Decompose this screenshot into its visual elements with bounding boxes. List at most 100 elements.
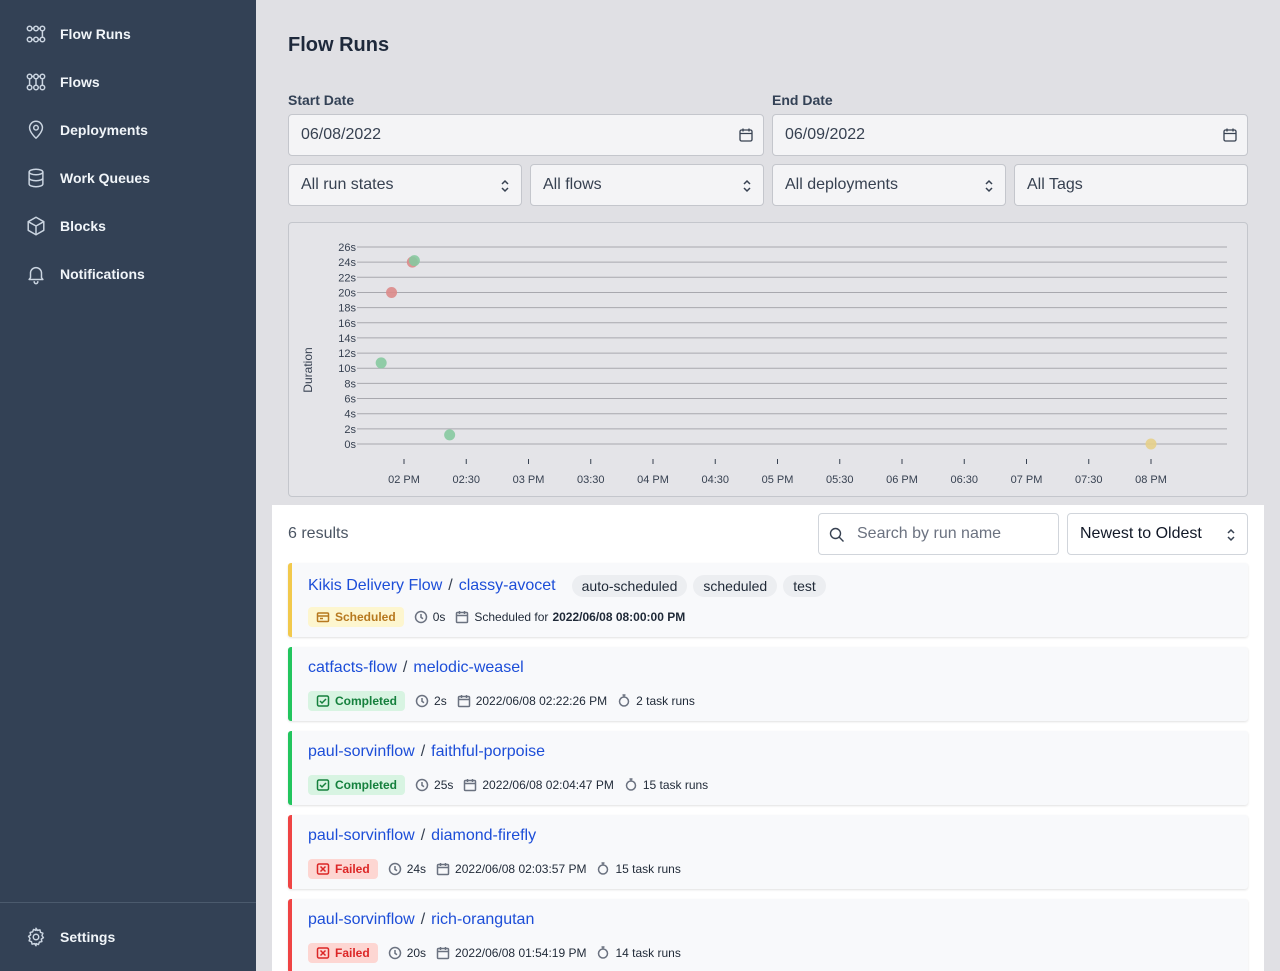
run-date: 2022/06/08 02:03:57 PM: [455, 862, 587, 876]
flow-run-title: Kikis Delivery Flow / classy-avocet auto…: [308, 575, 832, 597]
end-date-input[interactable]: 06/09/2022: [772, 114, 1248, 156]
duration: 2s: [415, 694, 447, 708]
x-tick-label: 04:30: [701, 474, 729, 486]
flow-run-card[interactable]: paul-sorvinflow / faithful-porpoise Comp…: [288, 731, 1248, 805]
flow-run-card[interactable]: paul-sorvinflow / rich-orangutan Failed …: [288, 899, 1248, 971]
x-tick-label: 04 PM: [637, 474, 669, 486]
task-run-icon: [596, 946, 615, 960]
flow-name-link[interactable]: catfacts-flow: [308, 659, 397, 677]
breadcrumb-separator: /: [420, 743, 426, 760]
run-states-value: All run states: [301, 176, 394, 193]
flow-run-meta: Failed 24s 2022/06/08 02:03:57 PM 15 tas…: [308, 859, 691, 879]
duration: 20s: [388, 946, 426, 960]
duration-value: 20s: [406, 946, 427, 960]
flow-name-link[interactable]: Kikis Delivery Flow: [308, 577, 442, 595]
clock-icon: [415, 694, 434, 708]
start-time: 2022/06/08 01:54:19 PM: [436, 946, 586, 960]
sidebar-item-settings[interactable]: Settings: [24, 925, 115, 949]
duration-value: 2s: [434, 694, 447, 708]
scatter-chart-svg: 0s 2s 4s 6s 8s 10s 12s 14s 16s 18s 20s 22s 24s 26s 02 …: [301, 242, 1227, 486]
data-point: [375, 357, 387, 369]
flow-name-link[interactable]: paul-sorvinflow: [308, 743, 415, 761]
date-prefix: Scheduled for: [474, 610, 549, 624]
flow-run-name-link[interactable]: melodic-weasel: [413, 659, 523, 677]
y-tick-label: 6s: [344, 394, 356, 406]
results-panel: 6 results Search by run name Newest to O…: [272, 505, 1264, 971]
start-date-value: 06/08/2022: [301, 126, 382, 143]
tag-chip: scheduled: [693, 575, 778, 597]
chevron-up-down-icon: [501, 179, 509, 193]
tag-chip: auto-scheduled: [571, 575, 688, 597]
flow-run-name-link[interactable]: rich-orangutan: [431, 911, 534, 929]
sidebar-item-flows[interactable]: Flows: [24, 70, 100, 94]
flow-run-name-link[interactable]: classy-avocet: [459, 577, 556, 595]
flow-run-meta: Completed 2s 2022/06/08 02:22:26 PM 2 ta…: [308, 691, 705, 711]
flow-run-name-link[interactable]: faithful-porpoise: [431, 743, 545, 761]
y-tick-label: 24s: [338, 257, 356, 269]
sort-value: Newest to Oldest: [1080, 525, 1202, 542]
tags-value: All Tags: [1027, 176, 1083, 193]
x-tick-label: 06 PM: [886, 474, 918, 486]
x-tick-label: 06:30: [950, 474, 978, 486]
sidebar-item-blocks[interactable]: Blocks: [24, 214, 106, 238]
start-date-input[interactable]: 06/08/2022: [288, 114, 764, 156]
state-badge: Scheduled: [308, 607, 404, 627]
gear-icon: [24, 925, 48, 949]
flow-run-card[interactable]: Kikis Delivery Flow / classy-avocet auto…: [288, 563, 1248, 637]
task-run-icon: [596, 862, 615, 876]
y-tick-label: 26s: [338, 242, 356, 254]
clock-icon: [414, 610, 433, 624]
y-tick-label: 10s: [338, 363, 356, 375]
deployments-select[interactable]: All deployments: [772, 164, 1006, 206]
x-tick-label: 07:30: [1075, 474, 1103, 486]
sort-select[interactable]: Newest to Oldest: [1067, 513, 1248, 555]
clock-icon: [388, 946, 407, 960]
flow-name-link[interactable]: paul-sorvinflow: [308, 827, 415, 845]
flow-run-card[interactable]: paul-sorvinflow / diamond-firefly Failed…: [288, 815, 1248, 889]
end-date-label: End Date: [772, 92, 833, 108]
chevron-up-down-icon: [985, 179, 993, 193]
tag-chip: test: [783, 575, 826, 597]
sidebar-item-label: Flows: [60, 74, 100, 90]
flow-run-card[interactable]: catfacts-flow / melodic-weasel Completed…: [288, 647, 1248, 721]
x-tick-label: 03 PM: [513, 474, 545, 486]
calendar-icon: [436, 862, 455, 876]
breadcrumb-separator: /: [402, 659, 408, 676]
sidebar-item-flow-runs[interactable]: Flow Runs: [24, 22, 131, 46]
x-tick-label: 07 PM: [1011, 474, 1043, 486]
y-tick-label: 8s: [344, 378, 356, 390]
tags-input[interactable]: All Tags: [1014, 164, 1248, 206]
sidebar-item-deployments[interactable]: Deployments: [24, 118, 148, 142]
flow-run-name-link[interactable]: diamond-firefly: [431, 827, 536, 845]
x-tick-label: 03:30: [577, 474, 605, 486]
search-input[interactable]: Search by run name: [818, 513, 1059, 555]
x-tick-label: 02:30: [452, 474, 480, 486]
database-icon: [24, 166, 48, 190]
state-icon: [316, 612, 330, 623]
state-badge: Failed: [308, 943, 378, 963]
start-time: Scheduled for 2022/06/08 08:00:00 PM: [455, 610, 685, 624]
page-title: Flow Runs: [288, 34, 390, 56]
start-time: 2022/06/08 02:04:47 PM: [463, 778, 614, 792]
duration: 24s: [388, 862, 426, 876]
y-axis-label: Duration: [301, 347, 315, 392]
sidebar-item-work-queues[interactable]: Work Queues: [24, 166, 150, 190]
task-runs: 2 task runs: [617, 694, 695, 708]
end-date-value: 06/09/2022: [785, 126, 866, 143]
duration: 0s: [414, 610, 445, 624]
flow-run-title: catfacts-flow / melodic-weasel: [308, 659, 540, 677]
run-states-select[interactable]: All run states: [288, 164, 522, 206]
flow-name-link[interactable]: paul-sorvinflow: [308, 911, 415, 929]
chevron-up-down-icon: [1227, 528, 1235, 542]
breadcrumb-separator: /: [448, 577, 453, 594]
y-tick-label: 16s: [338, 318, 356, 330]
flow-runs-scatter-chart: 0s 2s 4s 6s 8s 10s 12s 14s 16s 18s 20s 22s 24s 26s 02 …: [288, 222, 1248, 497]
sidebar-item-label: Flow Runs: [60, 26, 131, 42]
task-run-icon: [617, 694, 636, 708]
sidebar-item-notifications[interactable]: Notifications: [24, 262, 145, 286]
flows-select[interactable]: All flows: [530, 164, 764, 206]
clock-icon: [415, 778, 434, 792]
flows-icon: [24, 70, 48, 94]
deployments-value: All deployments: [785, 176, 898, 193]
task-run-icon: [624, 778, 643, 792]
